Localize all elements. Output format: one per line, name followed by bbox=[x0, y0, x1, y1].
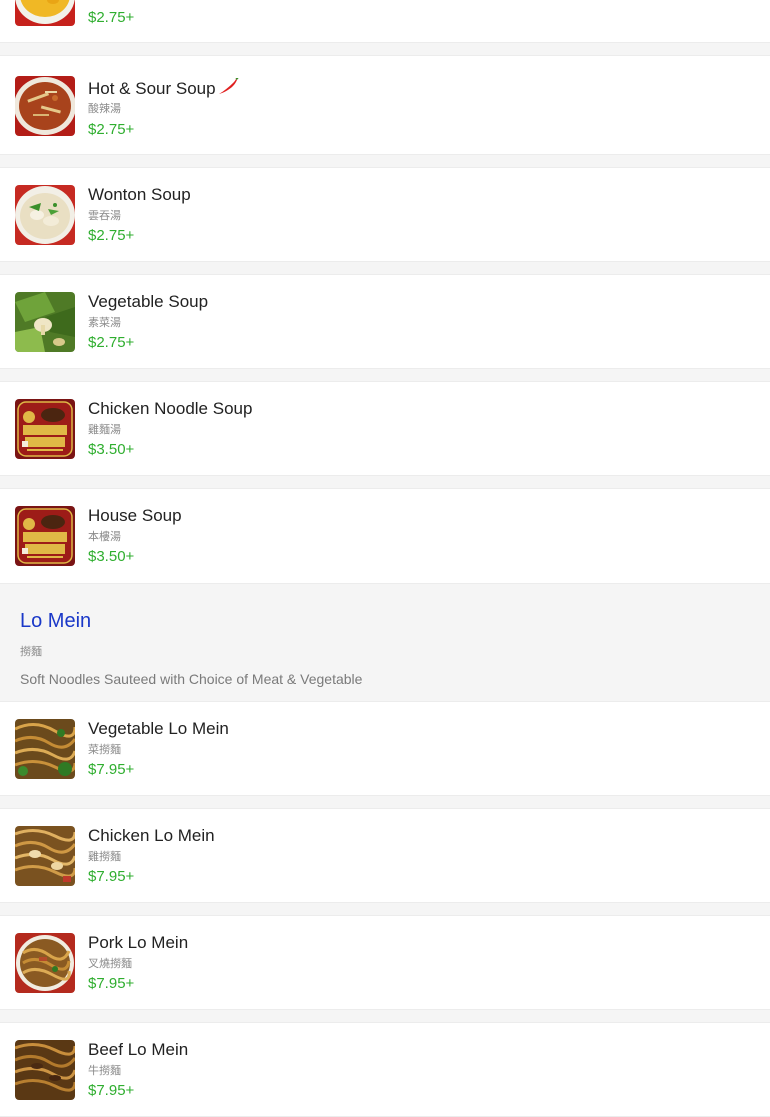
item-chinese-name: 雞撈麵 bbox=[88, 851, 121, 863]
menu-item-pork-lo-mein[interactable]: Pork Lo Mein 叉燒撈麵 $7.95+ bbox=[0, 915, 770, 1010]
menu-item-vegetable-soup[interactable]: Vegetable Soup 素菜湯 $2.75+ bbox=[0, 274, 770, 369]
item-name: Pork Lo Mein bbox=[88, 933, 189, 952]
item-name: Chicken Lo Mein bbox=[88, 826, 215, 845]
menu-item-house-soup[interactable]: House Soup 本樓湯 $3.50+ bbox=[0, 488, 770, 584]
menu-item-chicken-noodle-soup[interactable]: Chicken Noodle Soup 雞麵湯 $3.50+ bbox=[0, 381, 770, 476]
egg-drop-soup-image bbox=[15, 0, 75, 26]
item-name: Beef Lo Mein bbox=[88, 1040, 189, 1059]
section-chinese-title: 撈麵 bbox=[20, 646, 42, 658]
menu-item-chicken-lo-mein[interactable]: Chicken Lo Mein 雞撈麵 $7.95+ bbox=[0, 808, 770, 903]
menu-item-soup-top[interactable]: $2.75+ bbox=[0, 0, 770, 43]
item-chinese-name: 牛撈麵 bbox=[88, 1065, 121, 1077]
item-price: $7.95+ bbox=[88, 1082, 135, 1099]
item-chinese-name: 雞麵湯 bbox=[88, 424, 121, 436]
beef-lo-mein-image bbox=[15, 1040, 75, 1100]
item-price: $2.75+ bbox=[88, 227, 135, 244]
item-price: $3.50+ bbox=[88, 441, 135, 458]
menu-item-hot-sour-soup[interactable]: Hot & Sour Soup 酸辣湯 $2.75+ bbox=[0, 55, 770, 155]
menu-item-vegetable-lo-mein[interactable]: Vegetable Lo Mein 菜撈麵 $7.95+ bbox=[0, 701, 770, 796]
item-price: $7.95+ bbox=[88, 975, 135, 992]
item-chinese-name: 叉燒撈麵 bbox=[88, 958, 132, 970]
item-price: $3.50+ bbox=[88, 548, 135, 565]
vegetable-lo-mein-image bbox=[15, 719, 75, 779]
item-price: $2.75+ bbox=[88, 9, 135, 26]
item-name: Hot & Sour Soup bbox=[88, 77, 239, 101]
item-name: Vegetable Lo Mein bbox=[88, 719, 229, 738]
menu-item-beef-lo-mein[interactable]: Beef Lo Mein 牛撈麵 $7.95+ bbox=[0, 1022, 770, 1117]
item-name: Wonton Soup bbox=[88, 185, 191, 204]
item-chinese-name: 菜撈麵 bbox=[88, 744, 121, 756]
item-price: $7.95+ bbox=[88, 761, 135, 778]
section-title: Lo Mein bbox=[20, 610, 92, 632]
item-name: House Soup bbox=[88, 506, 182, 525]
pork-lo-mein-image bbox=[15, 933, 75, 993]
item-price: $2.75+ bbox=[88, 121, 135, 138]
golden-wok-logo-image bbox=[15, 506, 75, 566]
item-chinese-name: 酸辣湯 bbox=[88, 103, 121, 115]
hot-sour-soup-image bbox=[15, 76, 75, 136]
item-chinese-name: 素菜湯 bbox=[88, 317, 121, 329]
chili-pepper-icon bbox=[217, 77, 239, 101]
item-chinese-name: 雲吞湯 bbox=[88, 210, 121, 222]
chicken-lo-mein-image bbox=[15, 826, 75, 886]
menu-item-wonton-soup[interactable]: Wonton Soup 雲吞湯 $2.75+ bbox=[0, 167, 770, 262]
item-price: $2.75+ bbox=[88, 334, 135, 351]
vegetable-soup-image bbox=[15, 292, 75, 352]
item-name: Chicken Noodle Soup bbox=[88, 399, 253, 418]
golden-wok-logo-image bbox=[15, 399, 75, 459]
item-chinese-name: 本樓湯 bbox=[88, 531, 121, 543]
section-description: Soft Noodles Sauteed with Choice of Meat… bbox=[20, 671, 363, 687]
wonton-soup-image bbox=[15, 185, 75, 245]
item-price: $7.95+ bbox=[88, 868, 135, 885]
item-name: Vegetable Soup bbox=[88, 292, 209, 311]
